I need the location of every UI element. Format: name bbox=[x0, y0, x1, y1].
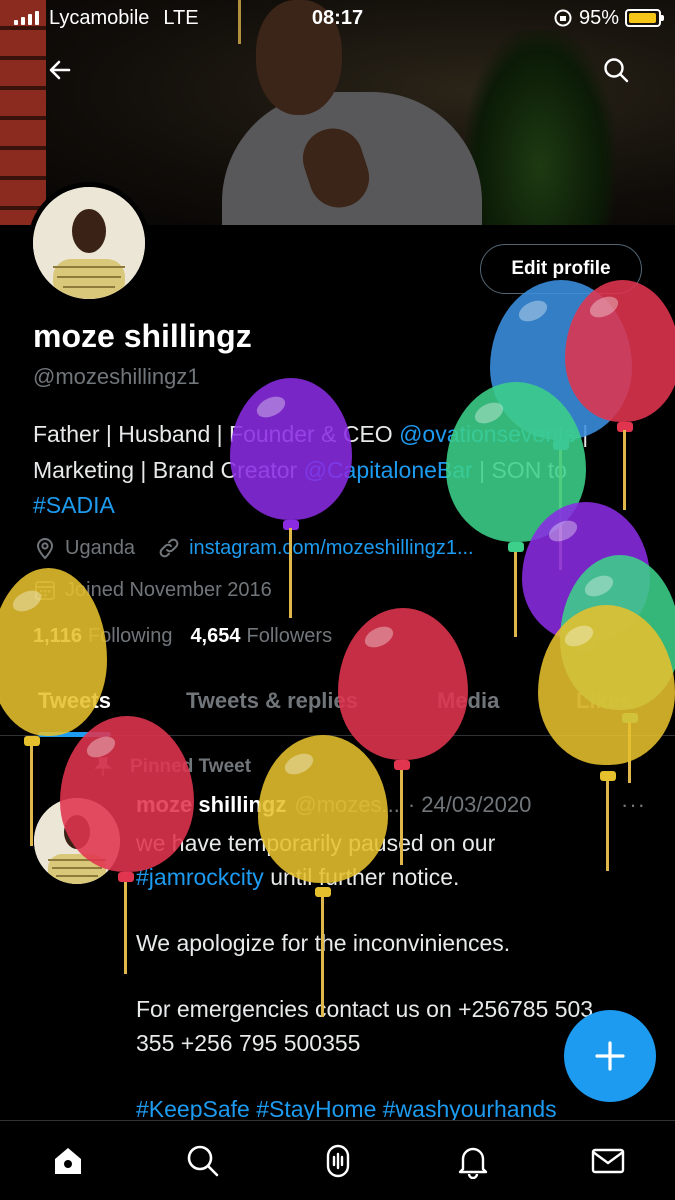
pinned-label: Pinned Tweet bbox=[130, 756, 252, 777]
back-arrow-icon bbox=[49, 60, 71, 80]
profile-handle: @mozeshillingz1 bbox=[33, 364, 200, 389]
notifications-icon bbox=[458, 1147, 487, 1179]
orientation-lock-icon bbox=[554, 9, 572, 27]
bio-mention-ovations[interactable]: @ovationsevents bbox=[399, 421, 576, 447]
followers-label: Followers bbox=[246, 625, 333, 647]
back-button[interactable] bbox=[40, 50, 80, 90]
followers-link[interactable]: 4,654 Followers bbox=[190, 625, 332, 648]
nav-messages[interactable] bbox=[586, 1139, 630, 1183]
tweet-more-button[interactable]: ··· bbox=[621, 792, 646, 818]
tweet-author-name[interactable]: moze shillingz bbox=[136, 792, 286, 818]
search-icon bbox=[187, 1145, 218, 1176]
nav-search[interactable] bbox=[181, 1139, 225, 1183]
plus-icon bbox=[595, 1041, 625, 1071]
bottom-navigation bbox=[0, 1120, 675, 1200]
messages-icon bbox=[591, 1148, 624, 1173]
pinned-indicator: Pinned Tweet bbox=[92, 756, 251, 778]
home-icon bbox=[54, 1147, 81, 1174]
profile-name: moze shillingz bbox=[33, 318, 252, 354]
following-link[interactable]: 1,116 Following bbox=[33, 625, 172, 648]
banner-plant bbox=[465, 30, 615, 225]
avatar-photo bbox=[33, 187, 145, 299]
nav-spaces[interactable] bbox=[316, 1139, 360, 1183]
profile-avatar[interactable] bbox=[28, 182, 150, 304]
tweet-avatar[interactable] bbox=[34, 798, 120, 884]
carrier-name: Lycamobile bbox=[49, 6, 150, 29]
tweet-author-handle[interactable]: @mozes... bbox=[294, 792, 399, 818]
avatar-photo bbox=[34, 798, 120, 884]
tweet-body[interactable]: we have temporarily paused on our #jamro… bbox=[136, 826, 636, 1126]
tab-tweets-replies[interactable]: Tweets & replies bbox=[186, 666, 358, 736]
search-icon bbox=[604, 58, 629, 83]
bio-text: | SON to bbox=[472, 456, 567, 483]
spaces-icon bbox=[326, 1144, 349, 1177]
tweet-text: We apologize for the inconviniences. bbox=[136, 930, 511, 956]
pin-icon bbox=[94, 757, 112, 776]
edit-profile-button[interactable]: Edit profile bbox=[480, 244, 642, 294]
network-type: LTE bbox=[163, 6, 199, 29]
following-label: Following bbox=[87, 625, 173, 647]
tweet-text: For emergencies contact us on +256785 50… bbox=[136, 996, 594, 1056]
tweet-hashtag-jamrockcity[interactable]: #jamrockcity bbox=[136, 864, 264, 890]
bio-mention-capitalone[interactable]: @CapitaloneBar bbox=[304, 457, 473, 483]
search-button[interactable] bbox=[596, 50, 636, 90]
tweet-text: we have temporarily paused on our bbox=[136, 830, 496, 856]
tweet-text: until further notice. bbox=[263, 864, 460, 890]
profile-location: Uganda bbox=[65, 536, 136, 559]
tab-media[interactable]: Media bbox=[437, 666, 499, 736]
profile-joined: Joined November 2016 bbox=[65, 578, 272, 601]
nav-notifications[interactable] bbox=[451, 1139, 495, 1183]
followers-count: 4,654 bbox=[190, 625, 241, 647]
tweet-header: moze shillingz @mozes... · 24/03/2020 ··… bbox=[136, 792, 646, 818]
status-bar: Lycamobile LTE 08:17 95% bbox=[0, 0, 675, 36]
link-icon bbox=[157, 536, 181, 560]
bio-hashtag-sadia[interactable]: #SADIA bbox=[33, 492, 115, 518]
tweet-date: · 24/03/2020 bbox=[407, 792, 532, 817]
follow-stats: 1,116 Following 4,654 Followers bbox=[33, 625, 332, 648]
battery-icon bbox=[625, 9, 664, 27]
following-count: 1,116 bbox=[33, 625, 82, 647]
bio-text: Father | Husband | Founder & CEO bbox=[33, 421, 400, 447]
profile-website[interactable]: instagram.com/mozeshillingz1... bbox=[189, 537, 474, 560]
battery-percent: 95% bbox=[578, 6, 619, 29]
profile-bio: Father | Husband | Founder & CEO @ovatio… bbox=[33, 417, 643, 524]
tab-likes[interactable]: Likes bbox=[576, 666, 632, 736]
signal-icon bbox=[14, 11, 39, 25]
profile-tabs: Tweets Tweets & replies Media Likes bbox=[0, 666, 675, 737]
profile-joined-row: Joined November 2016 bbox=[33, 578, 272, 602]
nav-home[interactable] bbox=[46, 1139, 90, 1183]
tab-tweets[interactable]: Tweets bbox=[38, 666, 111, 737]
profile-meta: Uganda instagram.com/mozeshillingz1... bbox=[33, 536, 474, 560]
compose-tweet-button[interactable] bbox=[564, 1010, 656, 1102]
calendar-icon bbox=[33, 578, 57, 602]
location-icon bbox=[33, 536, 57, 560]
